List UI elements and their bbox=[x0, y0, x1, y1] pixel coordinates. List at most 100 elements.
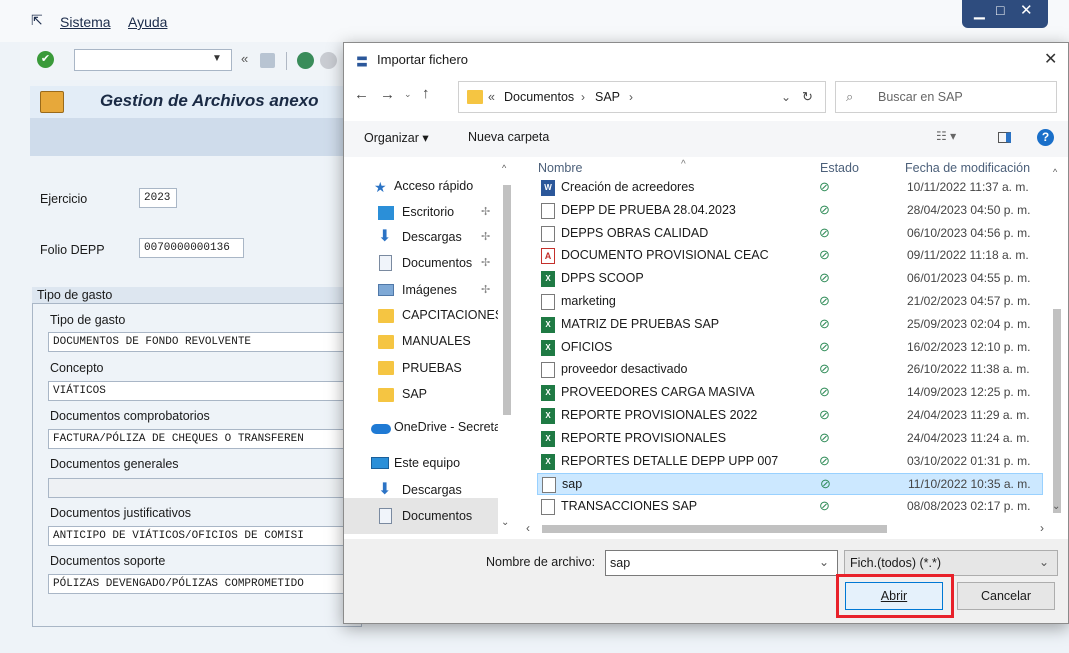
column-fecha[interactable]: Fecha de modificación bbox=[905, 161, 1030, 175]
open-button[interactable]: Abrir bbox=[845, 582, 943, 610]
scroll-down-icon[interactable]: ⌄ bbox=[501, 517, 509, 528]
nav-descargas-equipo[interactable]: Descargas bbox=[402, 483, 462, 497]
nav-descargas[interactable]: Descargas bbox=[402, 230, 462, 244]
file-type-select[interactable]: Fich.(todos) (*.*) ⌄ bbox=[844, 550, 1058, 576]
address-bar[interactable]: « Documentos › SAP › ⌄ bbox=[458, 81, 826, 113]
column-estado[interactable]: Estado bbox=[820, 161, 859, 175]
scroll-up-icon[interactable]: ^ bbox=[1053, 167, 1057, 177]
file-row[interactable]: marketing ⊘ 21/02/2023 04:57 p. m. bbox=[537, 291, 1043, 313]
doc-justificativos-label: Documentos justificativos bbox=[50, 506, 192, 520]
file-row[interactable]: sap ⊘ 11/10/2022 10:35 a. m. bbox=[537, 473, 1043, 496]
organize-menu[interactable]: Organizar ▾ bbox=[364, 130, 429, 145]
file-row[interactable]: X REPORTE PROVISIONALES ⊘ 24/04/2023 11:24 … bbox=[537, 428, 1043, 450]
recent-chevron-icon[interactable]: ⌄ bbox=[404, 89, 412, 100]
back-arrows-icon[interactable]: « bbox=[241, 51, 248, 66]
chevron-down-icon[interactable]: ⌄ bbox=[781, 90, 791, 104]
doc-generales-label: Documentos generales bbox=[50, 457, 179, 471]
preview-pane-icon[interactable] bbox=[998, 132, 1011, 143]
file-row[interactable]: X OFICIOS ⊘ 16/02/2023 12:10 p. m. bbox=[537, 337, 1043, 359]
doc-justificativos-field[interactable]: ANTICIPO DE VIÁTICOS/OFICIOS DE COMISI bbox=[48, 526, 360, 546]
chevron-down-icon[interactable]: ⌄ bbox=[1039, 555, 1049, 569]
file-row[interactable]: proveedor desactivado ⊘ 26/10/2022 11:38 a… bbox=[537, 359, 1043, 381]
nav-manuales[interactable]: MANUALES bbox=[402, 334, 471, 348]
back-icon[interactable] bbox=[297, 52, 314, 69]
file-row[interactable]: DEPP DE PRUEBA 28.04.2023 ⊘ 28/04/2023 04:… bbox=[537, 200, 1043, 222]
exit-icon[interactable]: ⇱ bbox=[31, 12, 43, 29]
breadcrumb-overflow[interactable]: « bbox=[488, 90, 495, 104]
nav-scrollbar[interactable]: ^ ⌄ bbox=[500, 161, 514, 533]
nav-imagenes[interactable]: Imágenes bbox=[402, 283, 457, 297]
exit-nav-icon[interactable] bbox=[320, 52, 337, 69]
file-row[interactable]: X DPPS SCOOP ⊘ 06/01/2023 04:55 p. m. bbox=[537, 268, 1043, 290]
nav-scroll-thumb[interactable] bbox=[503, 185, 511, 415]
minimize-icon[interactable]: ▁ bbox=[974, 3, 985, 20]
nav-sap[interactable]: SAP bbox=[402, 387, 427, 401]
file-date: 08/08/2023 02:17 p. m. bbox=[907, 499, 1031, 514]
filename-input[interactable]: sap ⌄ bbox=[605, 550, 838, 576]
nav-quick-access[interactable]: Acceso rápido bbox=[394, 179, 473, 193]
nav-escritorio[interactable]: Escritorio bbox=[402, 205, 454, 219]
scroll-down-icon[interactable]: ⌄ bbox=[1052, 501, 1060, 512]
nav-documentos[interactable]: Documentos bbox=[402, 256, 472, 270]
scroll-right-icon[interactable]: › bbox=[1040, 521, 1044, 535]
up-arrow-icon[interactable]: ↑ bbox=[422, 85, 430, 102]
file-row[interactable]: TRANSACCIONES SAP ⊘ 08/08/2023 02:17 p. m. bbox=[537, 496, 1043, 518]
chevron-down-icon[interactable]: ▼ bbox=[212, 53, 222, 64]
concepto-field[interactable]: VIÁTICOS bbox=[48, 381, 360, 401]
refresh-icon[interactable]: ↻ bbox=[802, 89, 813, 105]
doc-generales-field[interactable] bbox=[48, 478, 360, 498]
file-date: 09/11/2022 11:18 a. m. bbox=[907, 248, 1029, 263]
menu-ayuda[interactable]: Ayuda bbox=[128, 14, 167, 30]
ejercicio-field[interactable]: 2023 bbox=[139, 188, 177, 208]
doc-comprobatorios-field[interactable]: FACTURA/PÓLIZA DE CHEQUES O TRANSFEREN bbox=[48, 429, 360, 449]
doc-soporte-field[interactable]: PÓLIZAS DEVENGADO/PÓLIZAS COMPROMETIDO bbox=[48, 574, 360, 594]
cancel-button[interactable]: Cancelar bbox=[957, 582, 1055, 610]
command-field[interactable] bbox=[74, 49, 232, 71]
file-row[interactable]: X PROVEEDORES CARGA MASIVA ⊘ 14/09/2023 12:… bbox=[537, 382, 1043, 404]
folder-icon bbox=[378, 335, 394, 349]
file-date: 26/10/2022 11:38 a. m. bbox=[907, 362, 1030, 377]
scroll-left-icon[interactable]: ‹ bbox=[526, 521, 530, 535]
column-nombre[interactable]: Nombre bbox=[538, 161, 582, 175]
file-name: sap bbox=[562, 477, 583, 492]
file-row[interactable]: X REPORTES DETALLE DEPP UPP 007 ⊘ 03/10/202… bbox=[537, 451, 1043, 473]
save-icon[interactable] bbox=[260, 53, 275, 68]
nav-pruebas[interactable]: PRUEBAS bbox=[402, 361, 462, 375]
tipo-gasto-field[interactable]: DOCUMENTOS DE FONDO REVOLVENTE bbox=[48, 332, 360, 352]
forward-arrow-icon[interactable]: → bbox=[380, 86, 395, 103]
file-date: 16/02/2023 12:10 p. m. bbox=[907, 339, 1031, 354]
nav-este-equipo[interactable]: Este equipo bbox=[394, 456, 460, 470]
file-date: 24/04/2023 11:24 a. m. bbox=[907, 430, 1030, 445]
file-row[interactable]: X MATRIZ DE PRUEBAS SAP ⊘ 25/09/2023 02:04 … bbox=[537, 314, 1043, 336]
sap-menu-bar: ⇱ Sistema Ayuda bbox=[0, 0, 1069, 42]
file-name: DEPPS OBRAS CALIDAD bbox=[561, 225, 709, 240]
view-options-icon[interactable]: ☷ ▾ bbox=[936, 129, 956, 143]
file-row[interactable]: A DOCUMENTO PROVISIONAL CEAC ⊘ 09/11/2022 1… bbox=[537, 245, 1043, 267]
file-scroll-thumb[interactable] bbox=[1053, 309, 1061, 513]
nav-documentos-equipo[interactable]: Documentos bbox=[402, 509, 472, 523]
horizontal-scrollbar[interactable]: ‹ › bbox=[524, 521, 1050, 537]
screen-menu-icon[interactable] bbox=[40, 91, 64, 113]
new-folder-button[interactable]: Nueva carpeta bbox=[468, 130, 549, 144]
search-box[interactable]: ⌕ Buscar en SAP bbox=[835, 81, 1057, 113]
maximize-icon[interactable]: □ bbox=[996, 2, 1004, 18]
file-row[interactable]: X REPORTE PROVISIONALES 2022 ⊘ 24/04/2023 1… bbox=[537, 405, 1043, 427]
folio-field[interactable]: 0070000000136 bbox=[139, 238, 244, 258]
close-icon[interactable]: ✕ bbox=[1044, 49, 1057, 69]
file-list-scrollbar[interactable]: ^ bbox=[1050, 161, 1064, 513]
breadcrumb-sap[interactable]: SAP bbox=[595, 90, 620, 104]
chevron-down-icon[interactable]: ⌄ bbox=[819, 555, 829, 569]
help-icon[interactable]: ? bbox=[1037, 129, 1054, 146]
file-row[interactable]: W Creación de acreedores ⊘ 10/11/2022 11:37… bbox=[537, 177, 1043, 199]
file-row[interactable]: DEPPS OBRAS CALIDAD ⊘ 06/10/2023 04:56 p. … bbox=[537, 223, 1043, 245]
horizontal-scroll-thumb[interactable] bbox=[542, 525, 887, 533]
breadcrumb-documentos[interactable]: Documentos bbox=[504, 90, 574, 104]
menu-sistema[interactable]: Sistema bbox=[60, 14, 111, 30]
close-icon[interactable]: ✕ bbox=[1020, 1, 1033, 19]
nav-capcitaciones[interactable]: CAPCITACIONES bbox=[402, 308, 498, 322]
enter-icon[interactable]: ✔ bbox=[37, 51, 54, 68]
sync-status-icon: ⊘ bbox=[819, 201, 830, 217]
nav-onedrive[interactable]: OneDrive - Secreta bbox=[394, 420, 498, 434]
back-arrow-icon[interactable]: ← bbox=[354, 86, 369, 103]
scroll-up-icon[interactable]: ^ bbox=[502, 163, 506, 173]
